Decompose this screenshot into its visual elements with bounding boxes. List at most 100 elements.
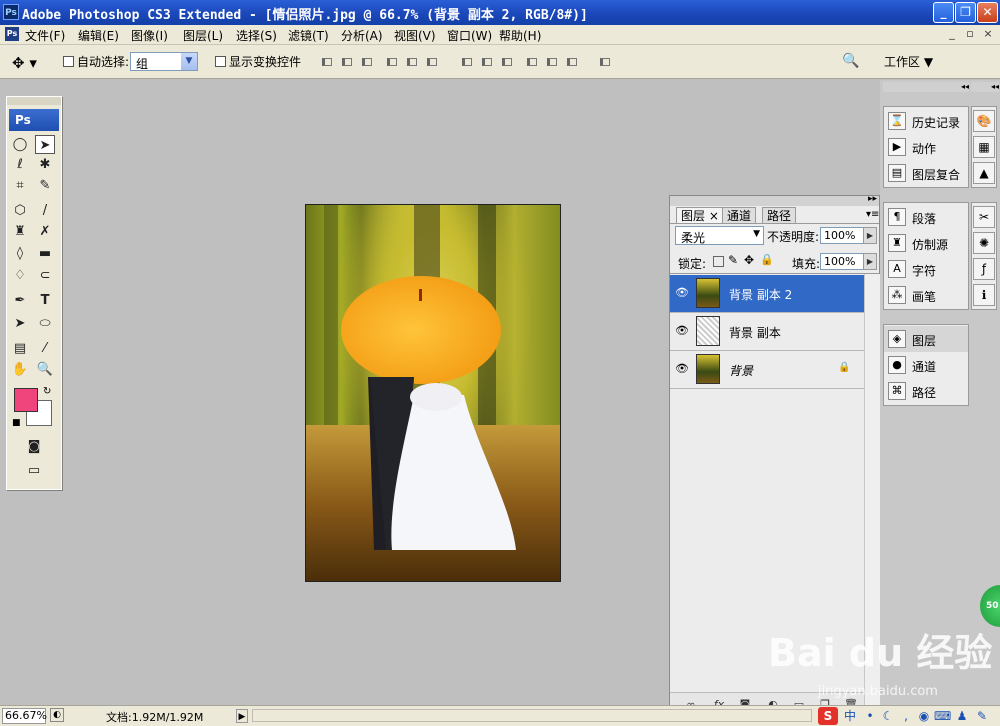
layer-comps-panel-button[interactable]: ▤ 图层复合 [884,160,968,186]
eye-icon[interactable]: 👁 [674,361,690,377]
lock-position-icon[interactable]: ✥ [744,253,754,267]
distribute-left-icon[interactable] [525,55,539,69]
tab-layers[interactable]: 图层 × [676,207,724,224]
tab-channels[interactable]: 通道 [722,207,757,224]
marquee-tool-icon[interactable]: ◯ [10,135,30,154]
zoom-input[interactable]: 66.67% [2,708,47,724]
layer-name[interactable]: 背景 [729,362,753,379]
align-vcenter-icon[interactable] [340,55,354,69]
wrench-icon[interactable]: ✎ [974,708,990,724]
sogou-ime-icon[interactable]: S [818,707,838,725]
swatches-panel-icon[interactable]: ▦ [973,136,995,158]
layer-row[interactable]: 👁 背景 🔒 [670,351,864,389]
dock-collapse-icon[interactable]: ◂◂ [883,82,969,92]
brushes-panel-button[interactable]: ⁂ 画笔 [884,282,968,308]
paragraph-panel-button[interactable]: ¶ 段落 [884,204,968,230]
mic-icon[interactable]: ◉ [916,708,932,724]
default-colors-icon[interactable]: ■ [12,418,21,428]
move-tool-preset-icon[interactable]: ✥ ▾ [12,54,37,72]
layer-row[interactable]: 👁 背景 副本 2 [670,275,864,313]
status-menu-arrow[interactable]: ▶ [236,709,248,723]
chinese-mode-icon[interactable]: 中 [842,708,858,724]
screen-mode-icon[interactable]: ▭ [24,461,44,480]
align-top-icon[interactable] [320,55,334,69]
eyedropper-tool-icon[interactable]: ⁄ [35,339,55,358]
move-tool-icon[interactable]: ➤ [35,135,55,154]
horizontal-scrollbar[interactable] [252,709,812,722]
layer-name[interactable]: 背景 副本 2 [729,286,792,303]
maximize-button[interactable]: ❐ [955,2,976,23]
keyboard-icon[interactable]: ⌨ [934,708,951,724]
lock-all-icon[interactable]: 🔒 [760,253,774,266]
toolbox-grip[interactable] [7,97,61,105]
menu-select[interactable]: 选择(S) [236,27,277,44]
auto-align-layers-icon[interactable] [598,55,612,69]
blend-mode-dropdown[interactable]: 柔光 ▼ [675,226,764,245]
menu-help[interactable]: 帮助(H) [499,27,541,44]
doc-minimize-button[interactable]: _ [944,26,960,42]
distribute-vcenter-icon[interactable] [480,55,494,69]
workspace-button[interactable]: 工作区 ▼ [884,53,933,70]
minimize-button[interactable]: _ [933,2,954,23]
skin-icon[interactable]: ♟ [954,708,970,724]
info-icon[interactable]: ℹ [973,284,995,306]
navigator-icon[interactable]: ✺ [973,232,995,254]
status-cue-icon[interactable]: ◐ [50,708,64,722]
panel-header-bar[interactable]: ▸▸ [670,194,879,206]
align-hcenter-icon[interactable] [405,55,419,69]
layer-row[interactable]: 👁 背景 副本 [670,313,864,351]
menu-edit[interactable]: 编辑(E) [78,27,119,44]
menu-image[interactable]: 图像(I) [131,27,168,44]
align-left-icon[interactable] [385,55,399,69]
path-selection-tool-icon[interactable]: ➤ [10,314,30,333]
menu-window[interactable]: 窗口(W) [447,27,492,44]
quick-mask-icon[interactable]: ◙ [24,437,44,456]
styles-panel-icon[interactable]: ▲ [973,162,995,184]
eye-icon[interactable]: 👁 [674,285,690,301]
menu-file[interactable]: 文件(F) [25,27,65,44]
lasso-tool-icon[interactable]: ℓ [10,155,30,174]
fill-slider-arrow[interactable]: ▶ [863,253,877,270]
history-panel-button[interactable]: ⌛ 历史记录 [884,108,968,134]
photoshop-app-icon[interactable]: Ps [3,4,19,20]
align-bottom-icon[interactable] [360,55,374,69]
paths-panel-button[interactable]: ⌘ 路径 [884,378,968,404]
eye-icon[interactable]: 👁 [674,323,690,339]
dock-collapse-icon[interactable]: ◂◂ [971,82,999,92]
menu-view[interactable]: 视图(V) [394,27,436,44]
brush-tool-icon[interactable]: / [35,201,55,220]
foreground-color-swatch[interactable] [14,388,38,412]
blur-tool-icon[interactable]: ♢ [10,266,30,285]
pen-tool-icon[interactable]: ✒ [10,291,30,310]
tab-paths[interactable]: 路径 [762,207,797,224]
fill-input[interactable]: 100% [820,253,866,270]
lock-image-icon[interactable]: ✎ [728,253,738,267]
history-brush-tool-icon[interactable]: ✗ [35,222,55,241]
opacity-slider-arrow[interactable]: ▶ [863,227,877,244]
gradient-tool-icon[interactable]: ▬ [35,244,55,263]
crop-tool-icon[interactable]: ⌗ [10,176,30,195]
layer-name[interactable]: 背景 副本 [729,324,781,341]
eraser-tool-icon[interactable]: ◊ [10,244,30,263]
dodge-tool-icon[interactable]: ⊂ [35,266,55,285]
auto-select-checkbox[interactable] [63,56,74,67]
distribute-hcenter-icon[interactable] [545,55,559,69]
healing-brush-tool-icon[interactable]: ⬡ [10,201,30,220]
hand-tool-icon[interactable]: ✋ [10,360,30,379]
punctuation-icon[interactable]: • [862,708,878,724]
magic-wand-tool-icon[interactable]: ✱ [35,155,55,174]
histogram-icon[interactable]: ƒ [973,258,995,280]
auto-select-dropdown[interactable]: 组 ▼ [130,52,198,71]
document-canvas[interactable] [305,204,561,582]
doc-restore-button[interactable]: ▫ [962,26,978,42]
distribute-bottom-icon[interactable] [500,55,514,69]
actions-panel-button[interactable]: ▶ 动作 [884,134,968,160]
color-panel-icon[interactable]: 🎨 [973,110,995,132]
zoom-tool-icon[interactable]: 🔍 [35,360,55,379]
distribute-right-icon[interactable] [565,55,579,69]
panel-menu-icon[interactable]: ▾≡ [866,209,879,220]
tool-presets-icon[interactable]: ✂ [973,206,995,228]
clone-source-panel-button[interactable]: ♜ 仿制源 [884,230,968,256]
moon-icon[interactable]: ☾ [880,708,896,724]
menu-layer[interactable]: 图层(L) [183,27,223,44]
